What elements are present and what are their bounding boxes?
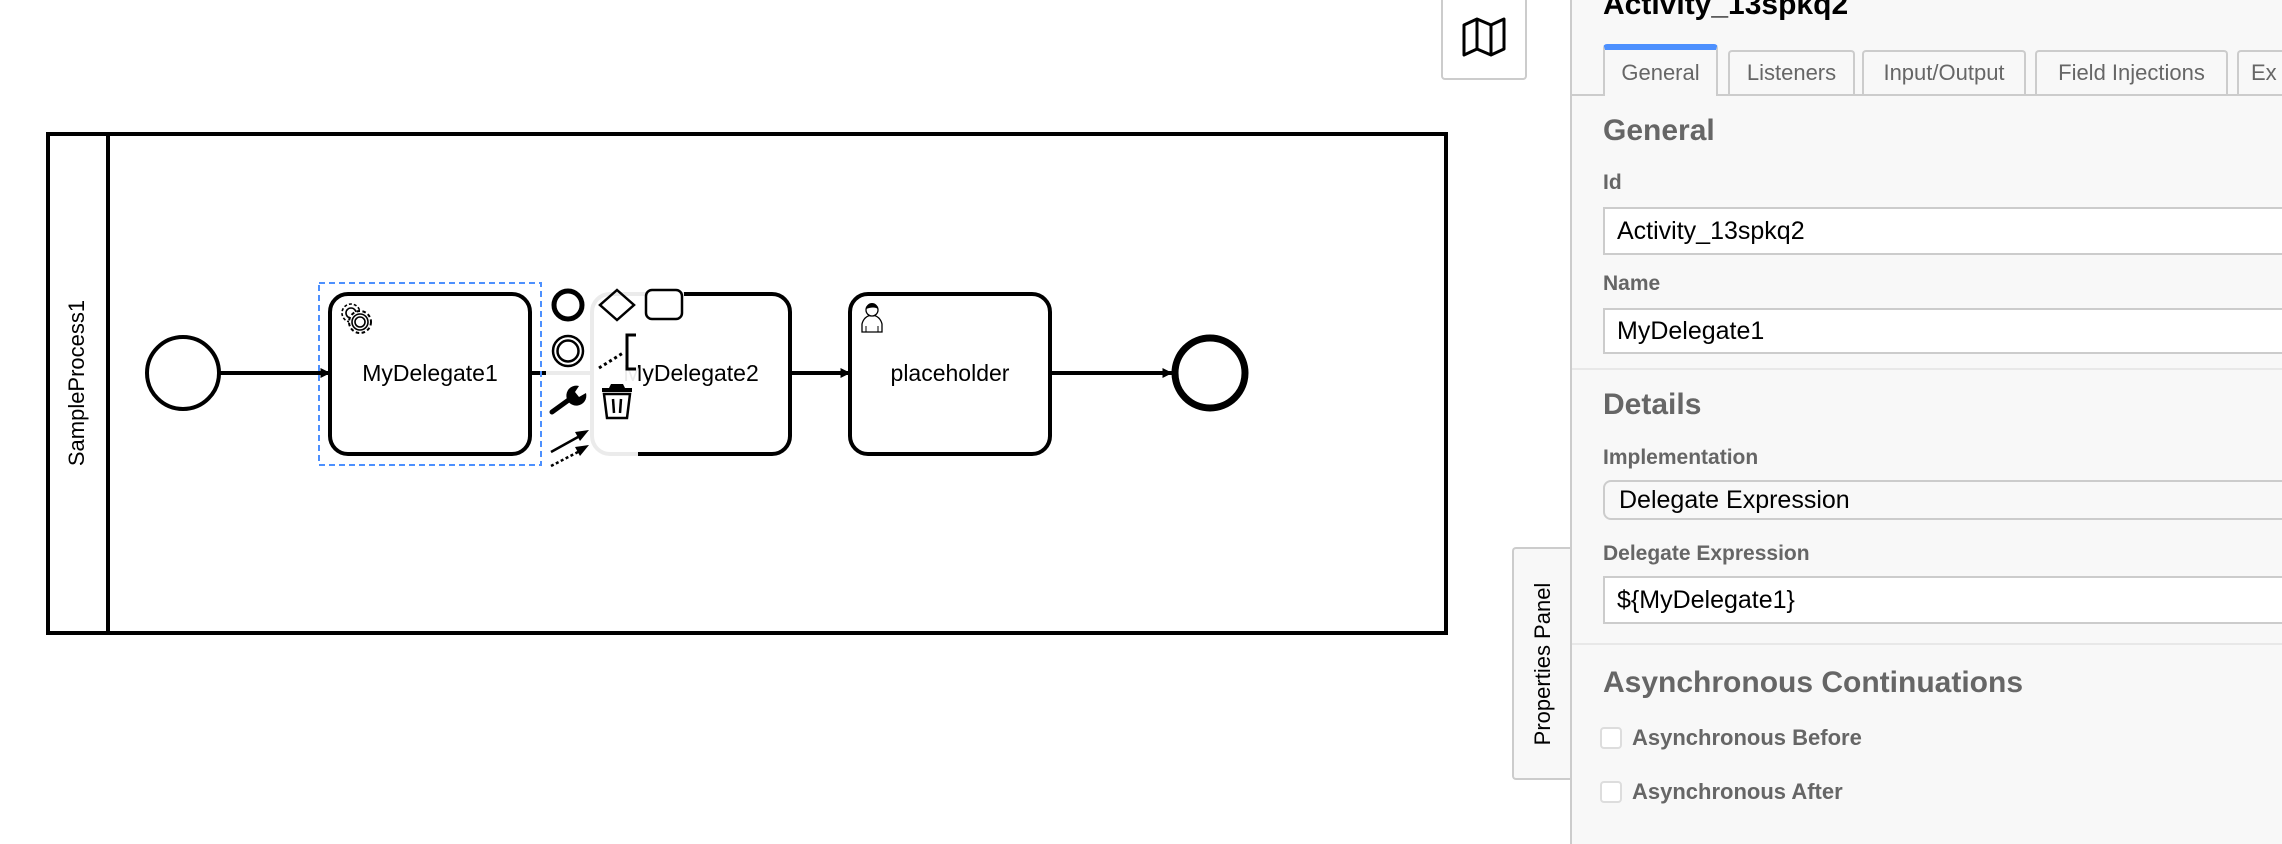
async-after-label: Asynchronous After [1632,779,1843,804]
task-mydelegate1[interactable]: MyDelegate1 [328,292,532,456]
append-task-button[interactable] [640,284,684,328]
id-input[interactable]: Activity_13spkq2 [1603,207,2282,255]
name-label: Name [1603,272,1661,295]
delegate-expression-input[interactable]: ${MyDelegate1} [1603,576,2282,624]
implementation-select[interactable]: Delegate Expression [1603,480,2282,520]
properties-panel-toggle[interactable]: Properties Panel [1512,547,1572,780]
panel-title: Activity_13spkq2 [1603,0,1849,21]
async-before-label: Asynchronous Before [1632,725,1862,750]
pool-label: SampleProcess1 [64,300,89,466]
delegate-expression-label: Delegate Expression [1603,542,1810,565]
async-after-checkbox[interactable] [1600,781,1622,803]
task-icon [644,288,684,321]
task-placeholder[interactable]: placeholder [848,292,1052,456]
implementation-label: Implementation [1603,446,1759,469]
group-async-title: Asynchronous Continuations [1603,666,2023,699]
group-general: General Id Activity_13spkq2 Name MyDeleg… [1572,96,2282,368]
append-gateway-button[interactable] [592,284,636,328]
group-details: Details Implementation Delegate Expressi… [1572,370,2282,644]
properties-panel-toggle-label: Properties Panel [1530,582,1555,745]
group-async: Asynchronous Continuations Asynchronous … [1572,645,2282,844]
task-label: MyDelegate1 [362,360,498,386]
minimap-toggle-button[interactable] [1441,0,1527,80]
tab-general[interactable]: General [1603,44,1718,96]
end-event[interactable] [1171,334,1249,412]
tab-extensions[interactable]: Ex [2237,50,2282,94]
group-details-title: Details [1603,388,1702,421]
change-type-button[interactable] [546,376,590,420]
properties-tabs: General Listeners Input/Output Field Inj… [1572,44,2282,96]
start-event[interactable] [145,335,221,411]
tab-field-injections[interactable]: Field Injections [2035,50,2228,94]
append-intermediate-event-button[interactable] [546,330,590,374]
async-before-row[interactable]: Asynchronous Before [1600,725,1862,751]
bpmn-canvas[interactable]: SampleProcess1 MyDelegate1 MyDelegate2 p… [0,0,1570,844]
async-before-checkbox[interactable] [1600,727,1622,749]
id-label: Id [1603,171,1622,194]
async-after-row[interactable]: Asynchronous After [1600,779,1843,805]
append-end-event-button[interactable] [546,284,590,328]
task-label: placeholder [891,360,1010,386]
connect-button[interactable] [546,422,590,468]
append-text-annotation-button[interactable] [592,330,636,374]
delete-button[interactable] [592,376,636,420]
name-input[interactable]: MyDelegate1 [1603,308,2282,354]
tab-input-output[interactable]: Input/Output [1862,50,2026,94]
map-icon [1462,17,1506,57]
task-label: MyDelegate2 [623,360,759,386]
group-general-title: General [1603,114,1715,147]
tab-listeners[interactable]: Listeners [1728,50,1855,94]
properties-panel: Activity_13spkq2 General Listeners Input… [1570,0,2282,844]
